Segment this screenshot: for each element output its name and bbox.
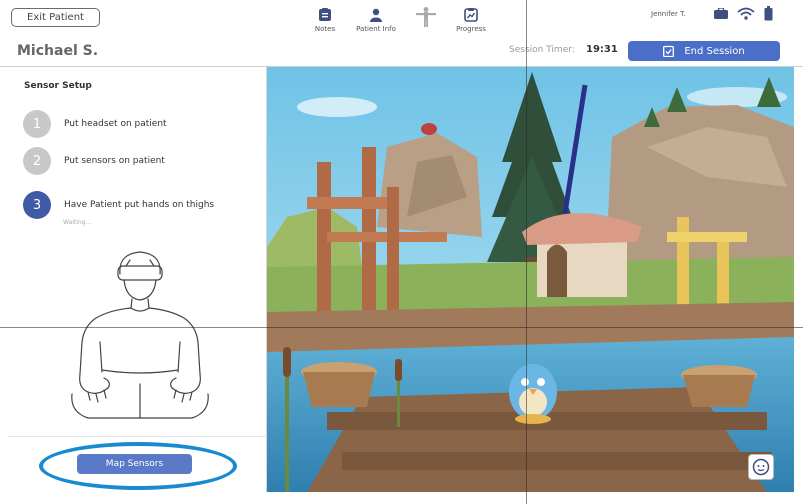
exit-patient-button[interactable]: Exit Patient (11, 8, 100, 27)
body-icon (416, 7, 436, 27)
panel-title: Sensor Setup (24, 81, 92, 91)
end-session-label: End Session (684, 45, 745, 57)
sensor-setup-panel: Sensor Setup 1 Put headset on patient 2 … (8, 67, 267, 492)
nav-notes-label: Notes (314, 25, 336, 33)
guide-line-vertical (526, 0, 527, 504)
face-icon (752, 458, 770, 476)
panel-footer-divider (8, 436, 267, 437)
nav-patient-info-label: Patient Info (356, 25, 396, 33)
top-bar: Exit Patient Michael S. Notes Patient In… (0, 0, 803, 66)
patient-name: Michael S. (17, 43, 99, 59)
briefcase-icon (714, 8, 728, 19)
setup-step-2: 2 Put sensors on patient (23, 147, 165, 175)
notes-icon (319, 8, 331, 21)
wifi-icon (737, 7, 755, 20)
step-number: 3 (23, 191, 51, 219)
seated-patient-illustration (71, 251, 209, 419)
person-icon (370, 8, 382, 22)
step-label: Put sensors on patient (64, 156, 165, 166)
nav-patient-info[interactable]: Patient Info (348, 8, 404, 33)
guide-line-horizontal (0, 327, 803, 328)
battery-icon (764, 6, 773, 21)
game-scene-image (267, 67, 794, 492)
nav-notes[interactable]: Notes (297, 8, 353, 33)
step-label: Have Patient put hands on thighs (64, 200, 215, 210)
map-sensors-button[interactable]: Map Sensors (77, 454, 192, 474)
step-label: Put headset on patient (64, 119, 167, 129)
status-icons (714, 6, 773, 21)
waiting-status: Waiting... (63, 219, 92, 226)
user-name: Jennifer T. (651, 10, 686, 18)
step-number: 2 (23, 147, 51, 175)
clipboard-check-icon (663, 45, 675, 57)
progress-icon (464, 8, 478, 22)
game-scene[interactable] (267, 67, 794, 492)
session-timer-label: Session Timer: (509, 45, 575, 55)
setup-step-3: 3 Have Patient put hands on thighs (23, 191, 214, 219)
nav-progress[interactable]: Progress (443, 8, 499, 33)
nav-progress-label: Progress (456, 25, 486, 33)
step-number: 1 (23, 110, 51, 138)
session-timer-value: 19:31 (586, 44, 618, 55)
end-session-button[interactable]: End Session (628, 41, 780, 61)
setup-step-1: 1 Put headset on patient (23, 110, 167, 138)
avatar-face-button[interactable] (748, 454, 774, 480)
